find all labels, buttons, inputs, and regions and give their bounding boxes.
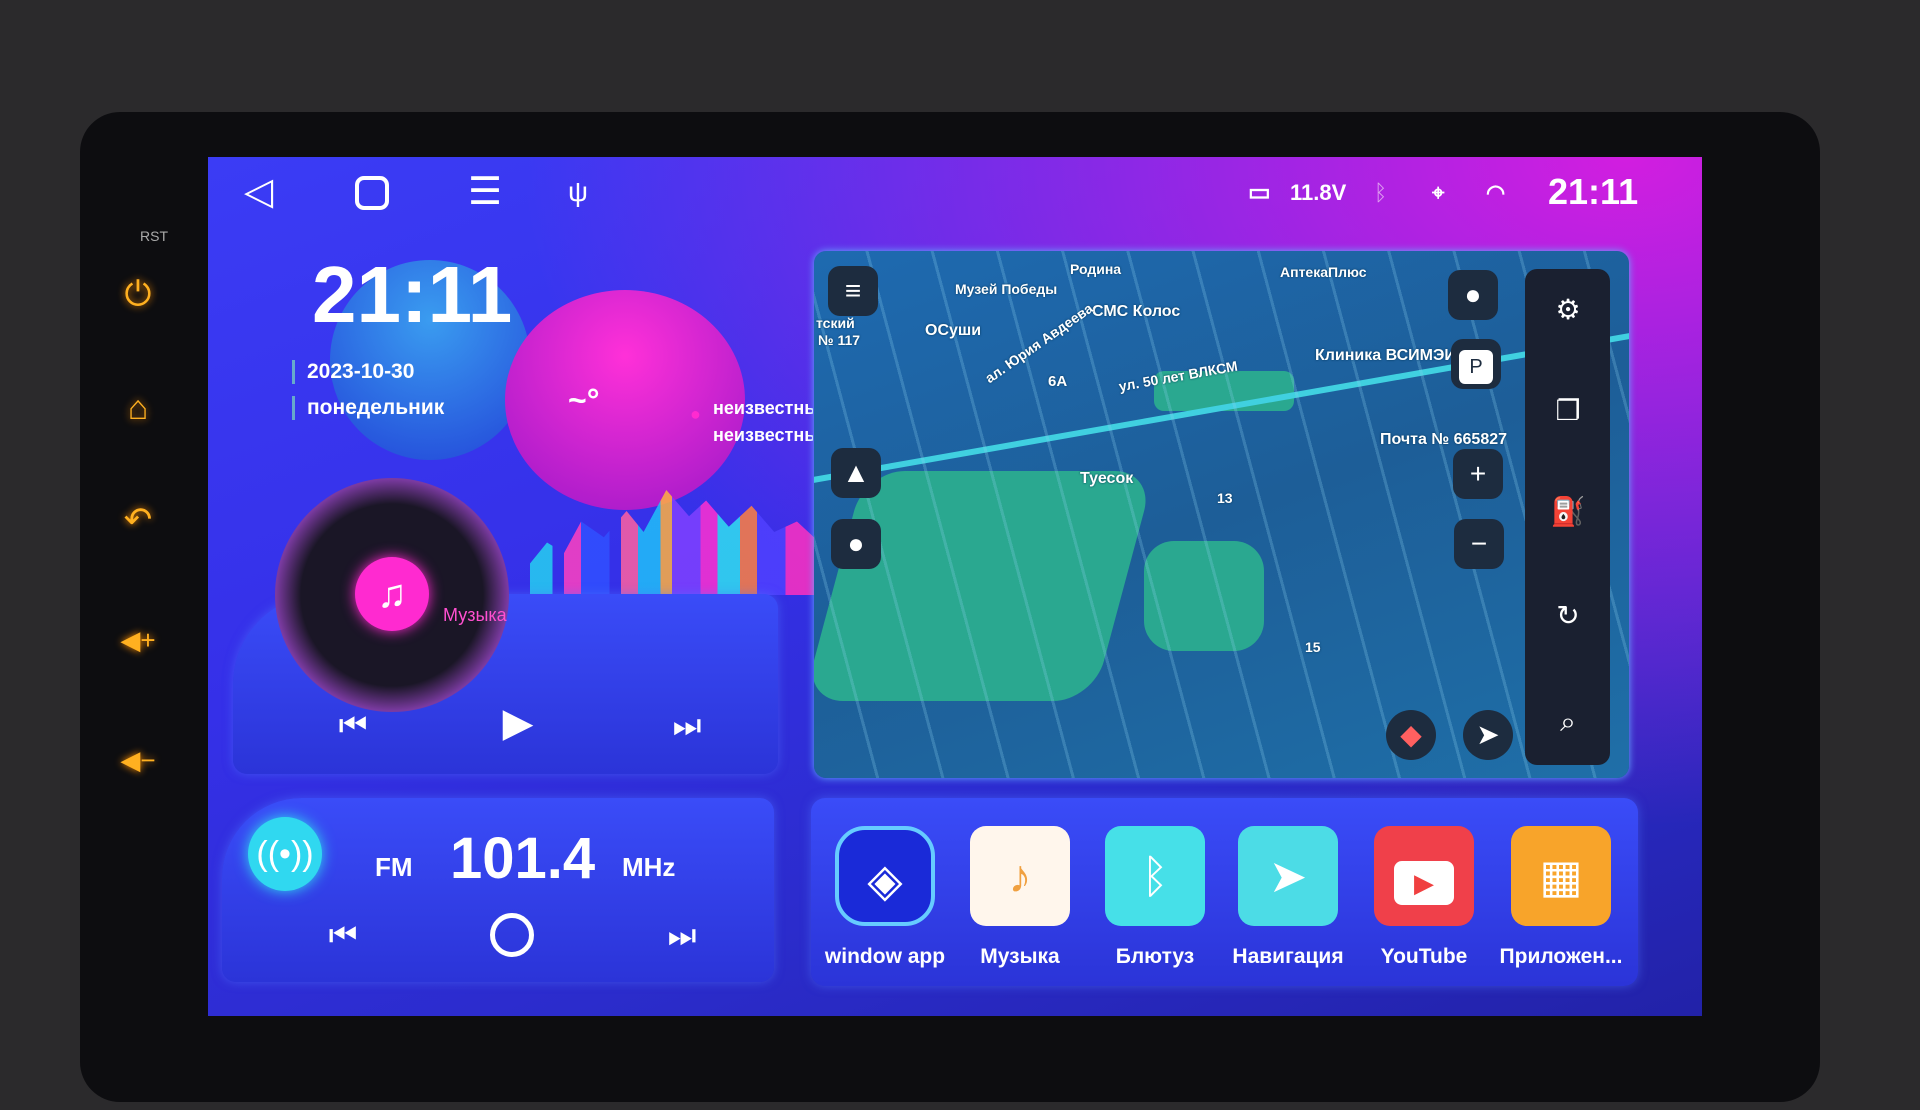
map-circle-button[interactable]: ● [831, 519, 881, 569]
location-line1: неизвестны [713, 398, 813, 418]
home-hw-button[interactable]: ⌂ [118, 388, 158, 428]
music-next-button[interactable]: ⏭ [664, 705, 710, 745]
music-label: Музыка [443, 605, 507, 625]
app-навигация-icon[interactable]: ➤ [1238, 826, 1338, 926]
map-label: АптекаПлюс [1280, 264, 1367, 280]
map-label: тский [816, 315, 855, 331]
bookmarks-icon[interactable]: ❐ [1545, 388, 1591, 434]
status-time: 21:11 [1548, 171, 1639, 212]
map-label: 13 [1217, 490, 1233, 506]
radio-prev-button[interactable]: ⏮ [320, 915, 366, 955]
zoom-out-button[interactable]: − [1454, 519, 1504, 569]
clock-time: 21:11 [312, 250, 513, 339]
home-icon[interactable] [355, 176, 389, 210]
map-label: ОСуши [925, 322, 982, 339]
rst-label: RST [140, 228, 168, 244]
map-label: Клиника ВСИМЭИ [1315, 347, 1456, 364]
app-label[interactable]: Музыка [945, 945, 1095, 969]
map-label: СМС Колос [1092, 303, 1181, 320]
location-pin-icon: ● [690, 404, 701, 424]
volume-down-button[interactable]: ◀− [118, 740, 158, 780]
app-приложен--icon[interactable]: ▦ [1511, 826, 1611, 926]
bluetooth-icon: ᛒ [1374, 180, 1388, 205]
weather-temp: ~° [568, 382, 600, 418]
map-label: Музей Победы [955, 281, 1058, 297]
usb-icon: ψ [568, 176, 588, 207]
refresh-icon[interactable]: ↻ [1545, 593, 1591, 639]
app-window-app-icon[interactable]: ◈ [835, 826, 935, 926]
app-label[interactable]: YouTube [1349, 945, 1499, 969]
menu-icon[interactable]: ☰ [468, 173, 502, 211]
radio-frequency: 101.4 [450, 826, 596, 891]
map-label: № 117 [818, 332, 861, 348]
app-label[interactable]: Блютуз [1080, 945, 1230, 969]
location-line2: неизвестны [713, 425, 813, 445]
app-label[interactable]: window app [810, 945, 960, 969]
app-блютуз-icon[interactable]: ᛒ [1105, 826, 1205, 926]
map-label: 6А [1048, 373, 1068, 390]
parking-icon: P [1459, 350, 1493, 384]
music-play-button[interactable]: ▶ [495, 703, 541, 743]
my-location-button[interactable]: ➤ [1463, 710, 1513, 760]
back-icon[interactable]: ◁ [244, 173, 273, 211]
radio-band: FM [375, 852, 413, 882]
map-label: Родина [1070, 261, 1122, 277]
map-label: 15 [1305, 639, 1321, 655]
power-button[interactable]: ⏻ [118, 274, 158, 314]
clock-weekday: понедельник [292, 396, 444, 420]
app-youtube-icon[interactable]: ▶ [1374, 826, 1474, 926]
clock-date: 2023-10-30 [292, 360, 414, 384]
back-hw-button[interactable]: ↶ [118, 500, 158, 540]
map-layers-button[interactable]: ● [1448, 270, 1498, 320]
battery-voltage: 11.8V [1290, 180, 1347, 205]
music-note-icon: ♫ [355, 557, 429, 631]
map-label: Туесок [1080, 470, 1134, 487]
settings-icon[interactable]: ⚙ [1545, 287, 1591, 333]
battery-icon: ▭ [1248, 179, 1271, 206]
weather-decoration [505, 290, 745, 510]
app-label[interactable]: Приложен... [1486, 945, 1636, 969]
radio-antenna-icon: ((•)) [248, 817, 322, 891]
map-menu-button[interactable]: ≡ [828, 266, 878, 316]
zoom-in-button[interactable]: + [1453, 449, 1503, 499]
fuel-icon[interactable]: ⛽ [1545, 489, 1591, 535]
map-label: Почта № 665827 [1380, 431, 1508, 448]
search-icon[interactable]: ⌕ [1545, 699, 1591, 745]
map-parking-button[interactable]: P [1451, 339, 1501, 389]
radio-next-button[interactable]: ⏭ [659, 915, 705, 955]
location-icon: ⌖ [1432, 180, 1445, 205]
wifi-icon: ◠ [1486, 180, 1506, 205]
volume-up-button[interactable]: ◀+ [118, 620, 158, 660]
app-label[interactable]: Навигация [1213, 945, 1363, 969]
app-музыка-icon[interactable]: ♪ [970, 826, 1070, 926]
radio-unit: MHz [622, 852, 676, 882]
radio-record-button[interactable] [490, 913, 534, 957]
music-prev-button[interactable]: ⏮ [330, 705, 376, 745]
map-alert-button[interactable]: ▲ [831, 448, 881, 498]
compass-button[interactable]: ◆ [1386, 710, 1436, 760]
